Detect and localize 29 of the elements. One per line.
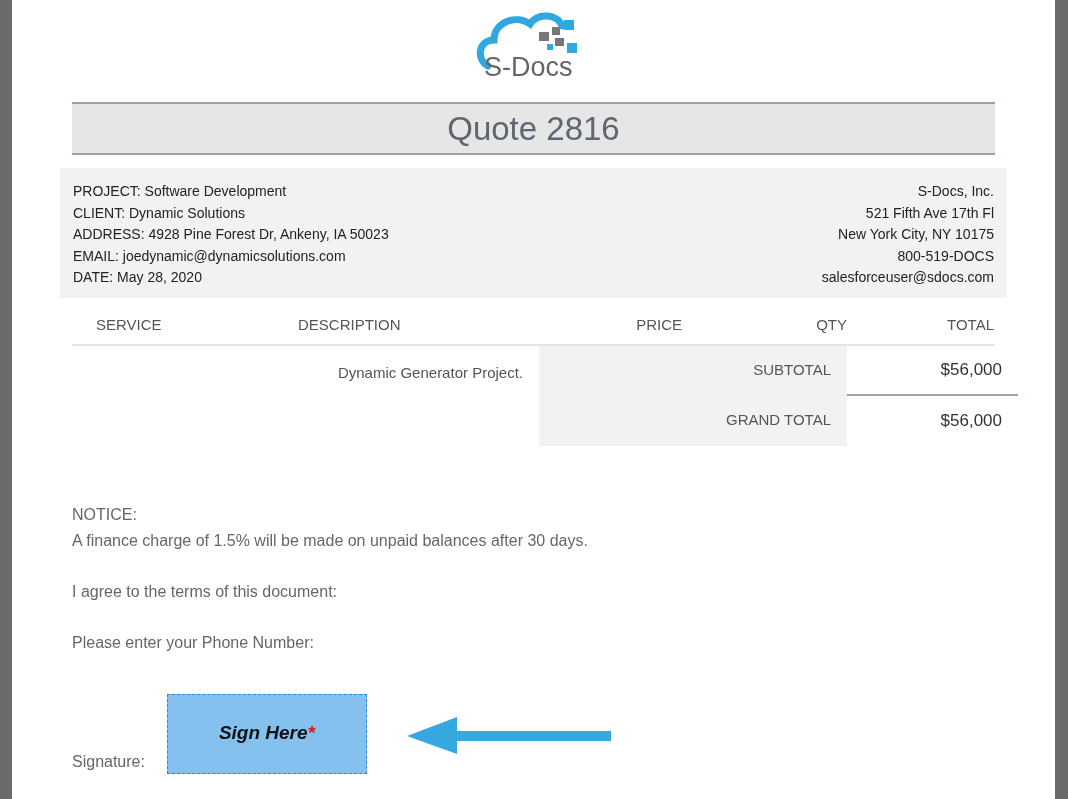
client-detail: EMAIL: joedynamic@dynamicsolutions.com (73, 246, 347, 266)
sign-here-button[interactable]: Sign Here* (166, 693, 367, 774)
company-detail: S-Docs, Inc. (916, 182, 994, 201)
company-detail: salesforceuser@sdocs.com (821, 268, 994, 287)
column-header: DESCRIPTION (298, 315, 401, 333)
total-label: GRAND TOTAL (725, 410, 831, 431)
prompt-text: Please enter your Phone Number: (72, 632, 315, 653)
notice-text: A finance charge of 1.5% will be made on unpaid balances after 30 days. (72, 530, 589, 551)
notice-heading: NOTICE: (72, 504, 138, 525)
column-header: SERVICE (96, 315, 162, 333)
total-label: SUBTOTAL (753, 360, 831, 381)
item-description: Dynamic Generator Project. (337, 363, 523, 381)
total-value: $56,000 (940, 409, 1002, 432)
client-detail: DATE: May 28, 2020 (73, 268, 203, 287)
prompt-text: I agree to the terms of this document: (72, 581, 339, 602)
client-detail: CLIENT: Dynamic Solutions (73, 203, 246, 223)
pointing-arrow-icon (406, 716, 611, 754)
signature-label: Signature: (72, 751, 145, 772)
company-detail: 521 Fifth Ave 17th Fl (864, 203, 994, 223)
client-detail: ADDRESS: 4928 Pine Forest Dr, Ankeny, IA 50023 (73, 225, 389, 244)
column-header: PRICE (636, 315, 682, 333)
company-detail: 800-519-DOCS (896, 246, 994, 266)
column-header: QTY (816, 315, 847, 333)
client-detail: PROJECT: Software Development (73, 182, 288, 201)
logo: S-Docs (475, 10, 592, 80)
company-detail: New York City, NY 10175 (837, 225, 994, 244)
column-header: TOTAL (947, 315, 994, 333)
total-value: $56,000 (940, 358, 1002, 381)
document-title: Quote 2816 (72, 102, 995, 155)
